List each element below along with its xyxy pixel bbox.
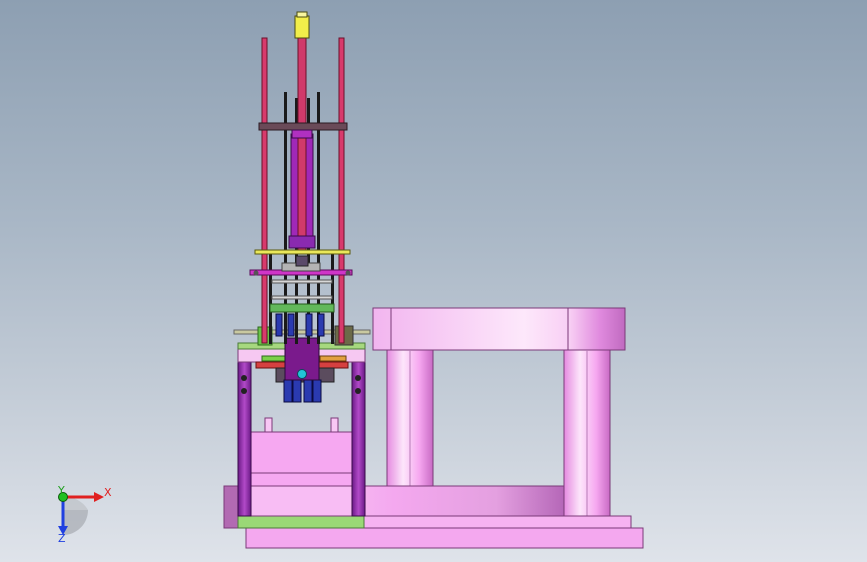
upper-crossbar bbox=[258, 122, 348, 131]
housing-port bbox=[297, 369, 307, 379]
pin-left bbox=[264, 417, 273, 433]
top-crossbeam bbox=[372, 307, 626, 351]
orange-slide bbox=[319, 355, 347, 362]
pin-right bbox=[330, 417, 339, 433]
blue-cyl-2 bbox=[292, 379, 302, 403]
piston-rod bbox=[297, 37, 307, 253]
green-base-strip bbox=[237, 515, 365, 529]
blue-cyl-1 bbox=[283, 379, 293, 403]
yellow-bar bbox=[254, 249, 351, 255]
mechanism-model[interactable] bbox=[0, 0, 867, 562]
base-plate-middle bbox=[363, 515, 632, 529]
right-post bbox=[351, 359, 366, 517]
cylinder-cap bbox=[288, 235, 316, 249]
tower-rod-right bbox=[338, 37, 345, 344]
base-plate-bottom bbox=[245, 527, 644, 549]
blue-cyl-4 bbox=[312, 379, 322, 403]
feeder-unit[interactable] bbox=[233, 325, 371, 517]
yellow-fitting bbox=[294, 15, 310, 39]
tower[interactable] bbox=[249, 11, 353, 344]
axis-x-label: X bbox=[104, 486, 112, 499]
cad-viewport[interactable]: X Y Z bbox=[0, 0, 867, 562]
green-clamp bbox=[269, 303, 335, 313]
press-frame[interactable] bbox=[372, 307, 626, 517]
axis-y-label: Y bbox=[58, 484, 65, 497]
axis-z-label: Z bbox=[58, 532, 66, 545]
axis-triad bbox=[58, 492, 104, 535]
die-block bbox=[249, 431, 353, 487]
tower-rod-left bbox=[261, 37, 268, 344]
blue-cyl-3 bbox=[303, 379, 313, 403]
die-block-side bbox=[249, 485, 353, 517]
left-post bbox=[237, 359, 252, 517]
